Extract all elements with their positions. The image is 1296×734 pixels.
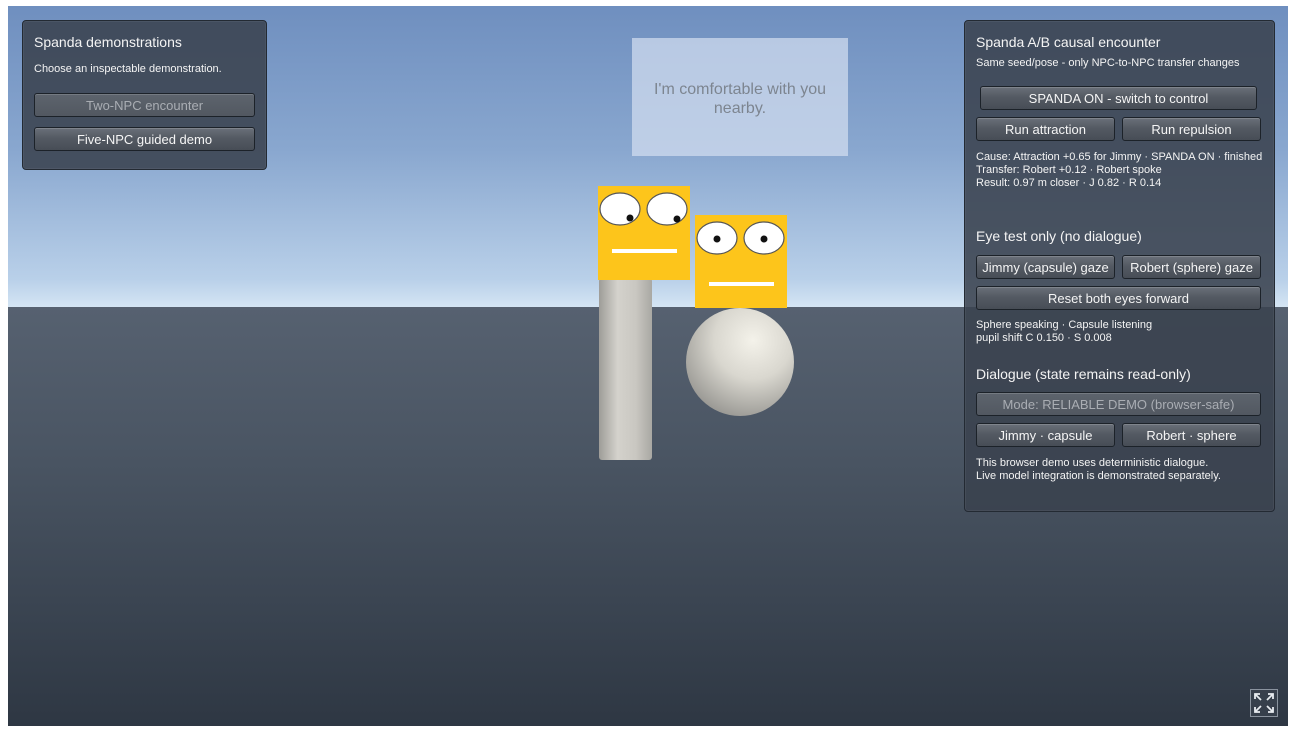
robert-mouth (709, 282, 774, 286)
spanda-toggle-button[interactable]: SPANDA ON - switch to control (980, 86, 1257, 110)
fullscreen-button[interactable] (1250, 689, 1278, 717)
ab-title: Spanda A/B causal encounter (976, 34, 1161, 50)
dialogue-mode-button[interactable]: Mode: RELIABLE DEMO (browser-safe) (976, 392, 1261, 416)
eye-status-speaking: Sphere speaking · Capsule listening (976, 319, 1153, 331)
five-npc-guided-demo-button[interactable]: Five-NPC guided demo (34, 127, 255, 151)
dialogue-note-line-1: This browser demo uses deterministic dia… (976, 457, 1209, 469)
two-npc-encounter-button[interactable]: Two-NPC encounter (34, 93, 255, 117)
speech-bubble: I'm comfortable with you nearby. (632, 38, 848, 156)
ab-status-transfer: Transfer: Robert +0.12 · Robert spoke (976, 164, 1162, 176)
capsule-body (599, 278, 652, 460)
panel-subtitle: Choose an inspectable demonstration. (34, 63, 222, 75)
ab-status-result: Result: 0.97 m closer · J 0.82 · R 0.14 (976, 177, 1162, 189)
robert-right-pupil (760, 235, 768, 243)
speech-bubble-text: I'm comfortable with you nearby. (653, 81, 826, 117)
jimmy-capsule-button[interactable]: Jimmy · capsule (976, 423, 1115, 447)
sphere-body (686, 308, 794, 416)
jimmy-left-pupil (626, 214, 634, 222)
game-viewport[interactable]: I'm comfortable with you nearby. Spanda … (8, 6, 1288, 726)
fullscreen-expand-icon (1254, 693, 1274, 713)
jimmy-right-eye (646, 192, 688, 226)
run-attraction-button[interactable]: Run attraction (976, 117, 1115, 141)
jimmy-right-pupil (673, 215, 681, 223)
jimmy-gaze-button[interactable]: Jimmy (capsule) gaze (976, 255, 1115, 279)
robert-gaze-button[interactable]: Robert (sphere) gaze (1122, 255, 1261, 279)
dialogue-title: Dialogue (state remains read-only) (976, 366, 1191, 382)
spanda-control-panel: Spanda A/B causal encounter Same seed/po… (964, 20, 1275, 512)
run-repulsion-button[interactable]: Run repulsion (1122, 117, 1261, 141)
jimmy-left-eye (599, 192, 641, 226)
eye-status-pupil-shift: pupil shift C 0.150 · S 0.008 (976, 332, 1112, 344)
panel-title: Spanda demonstrations (34, 34, 182, 50)
npc-jimmy-capsule[interactable] (598, 186, 690, 460)
demonstrations-panel: Spanda demonstrations Choose an inspecta… (22, 20, 267, 170)
npc-robert-sphere[interactable] (686, 215, 794, 416)
jimmy-mouth (612, 249, 677, 253)
reset-eyes-button[interactable]: Reset both eyes forward (976, 286, 1261, 310)
robert-sphere-button[interactable]: Robert · sphere (1122, 423, 1261, 447)
ab-status-cause: Cause: Attraction +0.65 for Jimmy · SPAN… (976, 151, 1263, 163)
robert-left-pupil (713, 235, 721, 243)
dialogue-note-line-2: Live model integration is demonstrated s… (976, 470, 1221, 482)
ab-subtitle: Same seed/pose - only NPC-to-NPC transfe… (976, 57, 1240, 69)
eye-test-title: Eye test only (no dialogue) (976, 228, 1142, 244)
